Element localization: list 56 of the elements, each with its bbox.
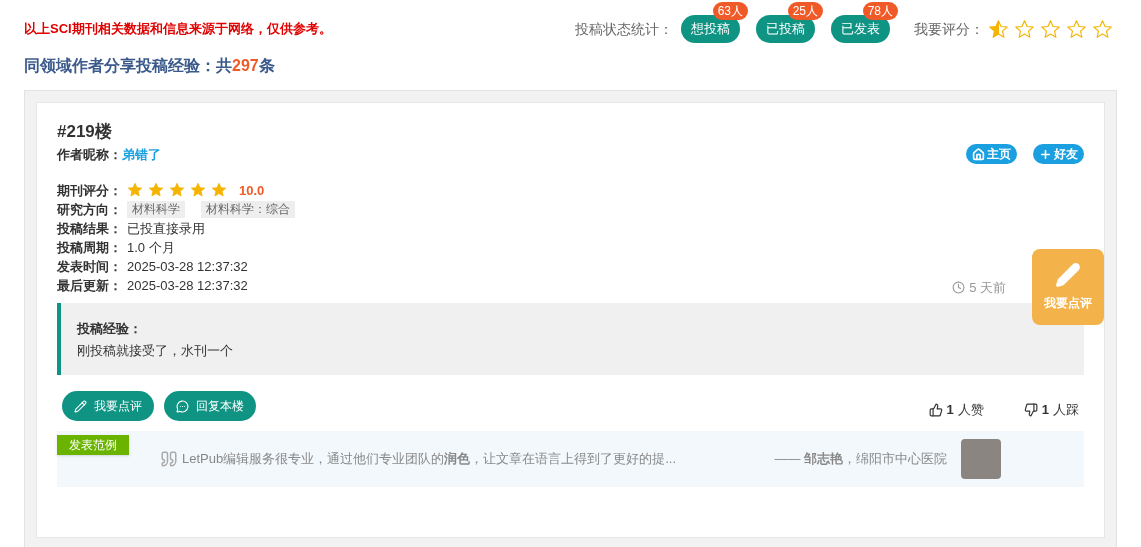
- star-icon: [148, 182, 164, 198]
- quote-attribution: —— 邹志艳，绵阳市中心医院: [774, 450, 947, 469]
- field-value: 已投直接录用: [127, 219, 205, 238]
- star-icon: [127, 182, 143, 198]
- status-label: 投稿状态统计：: [575, 20, 673, 39]
- star-icon: [190, 182, 206, 198]
- count-badge: 25人: [787, 2, 823, 20]
- showcase-badge: 发表范例: [57, 435, 129, 455]
- star-icon: [211, 182, 227, 198]
- field-label: 投稿周期：: [57, 238, 123, 257]
- time-ago: 5 天前: [969, 278, 1006, 297]
- rating-stars[interactable]: [988, 18, 1113, 40]
- field-label: 作者昵称：: [57, 147, 122, 162]
- field-label: 发表时间：: [57, 257, 123, 276]
- quote-text: LetPub编辑服务很专业，通过他们专业团队的润色，让文章在语言上得到了更好的提...: [182, 450, 677, 469]
- photo-placeholder: [961, 439, 1001, 479]
- like-button[interactable]: 1 人赞: [928, 400, 984, 420]
- notice-text: 以上SCI期刊相关数据和信息来源于网络，仅供参考。: [24, 20, 332, 39]
- tag: 材料科学: [127, 200, 185, 218]
- profile-button[interactable]: 主页: [966, 144, 1017, 164]
- thumbs-up-icon: [928, 403, 943, 417]
- score-text: 10.0: [239, 181, 265, 200]
- clock-icon: [952, 280, 966, 294]
- pencil-icon: [1055, 262, 1081, 288]
- floor-number: #219楼: [57, 121, 113, 143]
- dislike-button[interactable]: 1 人踩: [1023, 400, 1079, 420]
- count-badge: 78人: [862, 2, 898, 20]
- profile-button[interactable]: 好友: [1033, 144, 1084, 164]
- star-icon: [988, 18, 1009, 40]
- field-label: 最后更新：: [57, 276, 123, 295]
- action-button[interactable]: 我要点评: [62, 391, 154, 421]
- field-label: 期刊评分：: [57, 181, 123, 200]
- section-heading: 同领域作者分享投稿经验：共297条: [23, 56, 276, 76]
- count-badge: 63人: [712, 2, 748, 20]
- tag: 材料科学：综合: [201, 200, 295, 218]
- field-value: 2025-03-28 12:37:32: [127, 276, 248, 295]
- rating-label: 我要评分：: [914, 20, 984, 39]
- experience-text: 刚投稿就接受了，水刊一个: [77, 341, 234, 360]
- star-icon: [1014, 18, 1035, 40]
- field-value: 2025-03-28 12:37:32: [127, 257, 248, 276]
- thumbs-down-icon: [1023, 403, 1038, 417]
- house-icon: [972, 147, 985, 161]
- speech-bubble-icon: [176, 399, 189, 413]
- quote-icon: [160, 450, 178, 468]
- field-label: 投稿结果：: [57, 219, 123, 238]
- experience-title: 投稿经验：: [77, 320, 143, 338]
- star-icon: [169, 182, 185, 198]
- pencil-icon: [74, 399, 87, 413]
- action-button[interactable]: 回复本楼: [164, 391, 256, 421]
- star-icon: [1040, 18, 1061, 40]
- star-icon: [1092, 18, 1113, 40]
- field-label: 研究方向：: [57, 200, 123, 219]
- plus-icon: [1039, 147, 1052, 161]
- field-value: 1.0 个月: [127, 238, 175, 257]
- author-link[interactable]: 弟错了: [122, 147, 161, 162]
- star-icon: [1066, 18, 1087, 40]
